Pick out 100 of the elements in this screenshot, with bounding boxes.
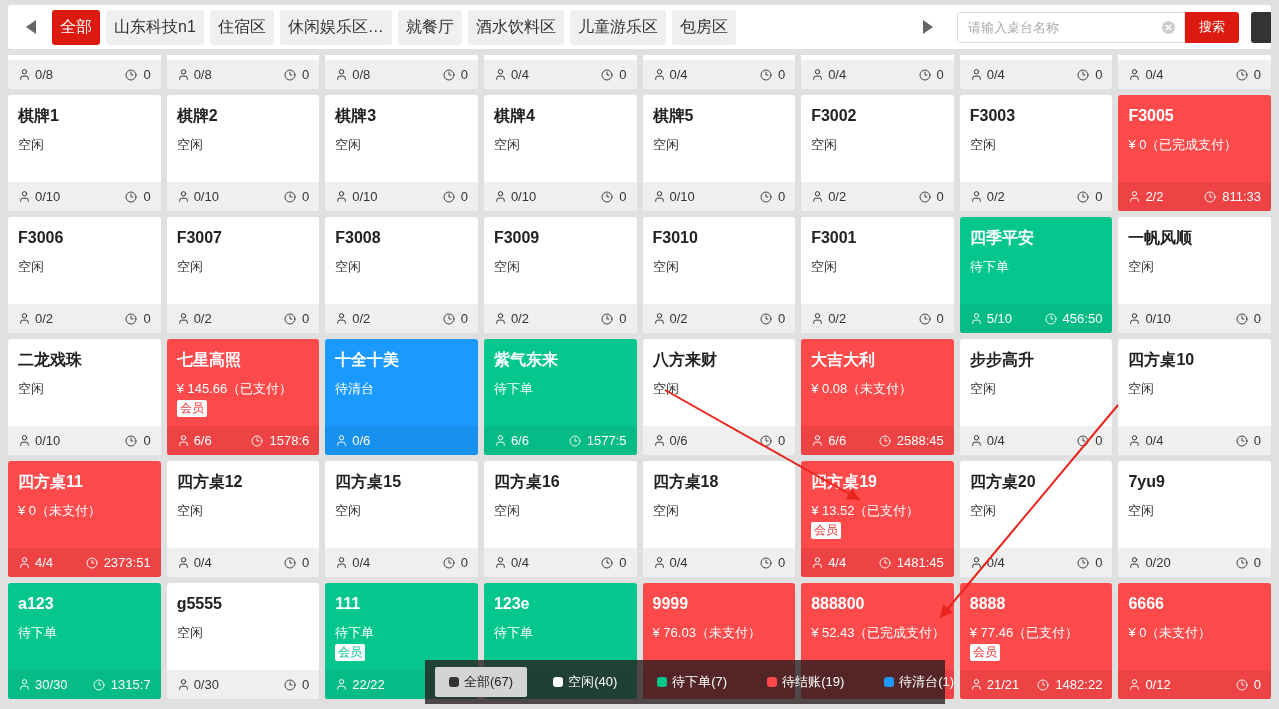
- table-status: 空闲: [335, 136, 362, 154]
- table-card[interactable]: F3003 空闲 0/2 0: [959, 95, 1113, 211]
- table-card[interactable]: 步步高升 空闲 0/4 0: [959, 339, 1113, 455]
- area-tab[interactable]: 儿童游乐区: [569, 9, 666, 45]
- clock-icon: [85, 556, 98, 569]
- table-status: ¥ 145.66（已支付）: [176, 380, 293, 398]
- table-card[interactable]: 棋牌1 空闲 0/10 0: [8, 95, 161, 211]
- table-name: 紫气东来: [493, 350, 558, 370]
- table-name: 888800: [811, 594, 865, 614]
- area-tab[interactable]: 就餐厅: [397, 9, 462, 45]
- guest-count: 6/6: [510, 431, 529, 450]
- guest-count: 6/6: [828, 431, 847, 450]
- legend-filter[interactable]: 待下单(7): [643, 667, 742, 697]
- table-card[interactable]: g5555 空闲 0/30 0: [166, 583, 320, 699]
- table-card[interactable]: 二龙戏珠 空闲 0/10 0: [8, 339, 161, 455]
- area-tab[interactable]: 酒水饮料区: [467, 9, 564, 45]
- table-card[interactable]: 四方桌10 空闲 0/4 0: [1118, 339, 1271, 455]
- table-status: 待下单: [493, 624, 533, 642]
- table-name: F3010: [652, 228, 698, 248]
- clock-icon: [1044, 312, 1057, 325]
- area-tab[interactable]: 全部: [52, 9, 100, 45]
- guest-count: 22/22: [352, 675, 385, 694]
- guest-count: 0/4: [986, 431, 1005, 450]
- legend-filter[interactable]: 空闲(40): [539, 667, 632, 697]
- clock-icon: [1235, 434, 1248, 447]
- guest-count: 0/8: [35, 65, 54, 84]
- person-icon: [335, 678, 349, 691]
- table-card[interactable]: 四方桌18 空闲 0/4 0: [642, 461, 796, 577]
- scroll-right-icon[interactable]: [923, 20, 933, 34]
- clock-icon: [442, 312, 455, 325]
- table-card[interactable]: 棋牌3 空闲 0/10 0: [325, 95, 478, 211]
- scroll-left-icon[interactable]: [26, 20, 36, 34]
- table-card[interactable]: 0/4 0: [801, 55, 954, 89]
- dark-button[interactable]: [1251, 11, 1271, 43]
- table-name: F3007: [176, 228, 222, 248]
- person-icon: [335, 556, 349, 569]
- table-card[interactable]: 大吉大利 ¥ 0.08（未支付） 6/6 2588:45: [801, 339, 954, 455]
- table-card[interactable]: F3006 空闲 0/2 0: [8, 217, 161, 333]
- table-card[interactable]: 四方桌12 空闲 0/4 0: [166, 461, 320, 577]
- table-card[interactable]: 棋牌4 空闲 0/10 0: [483, 95, 637, 211]
- table-card[interactable]: 7yu9 空闲 0/20 0: [1118, 461, 1271, 577]
- table-card[interactable]: F3001 空闲 0/2 0: [801, 217, 954, 333]
- person-icon: [493, 312, 507, 325]
- clock-icon: [125, 68, 138, 81]
- table-card[interactable]: F3007 空闲 0/2 0: [166, 217, 320, 333]
- table-card[interactable]: 七星高照 ¥ 145.66（已支付） 会员 6/6 1578:6: [166, 339, 320, 455]
- table-card[interactable]: 棋牌5 空闲 0/10 0: [642, 95, 796, 211]
- guest-count: 0/4: [986, 65, 1005, 84]
- clock-icon: [442, 190, 455, 203]
- table-card[interactable]: 0/4 0: [959, 55, 1113, 89]
- table-card[interactable]: F3005 ¥ 0（已完成支付） 2/2 811:33: [1118, 95, 1271, 211]
- table-card[interactable]: 8888 ¥ 77.46（已支付） 会员 21/21 1482:22: [959, 583, 1113, 699]
- table-card[interactable]: 一帆风顺 空闲 0/10 0: [1118, 217, 1271, 333]
- table-card[interactable]: 0/8 0: [325, 55, 478, 89]
- clock-icon: [1077, 434, 1090, 447]
- person-icon: [1128, 312, 1142, 325]
- table-card[interactable]: 0/4 0: [642, 55, 796, 89]
- table-card[interactable]: F3010 空闲 0/2 0: [642, 217, 796, 333]
- table-name: 八方来财: [652, 350, 717, 370]
- elapsed-time: 1482:22: [1055, 675, 1103, 694]
- table-card[interactable]: 四方桌16 空闲 0/4 0: [483, 461, 637, 577]
- table-card[interactable]: 0/8 0: [166, 55, 320, 89]
- table-card[interactable]: F3002 空闲 0/2 0: [801, 95, 954, 211]
- table-status: 空闲: [18, 258, 44, 276]
- table-status: 空闲: [969, 502, 996, 520]
- area-tab[interactable]: 休闲娱乐区…: [279, 9, 392, 45]
- table-card[interactable]: 四方桌11 ¥ 0（未支付） 4/4 2373:51: [8, 461, 161, 577]
- area-tab[interactable]: 包房区: [671, 9, 736, 45]
- table-card[interactable]: 八方来财 空闲 0/6 0: [642, 339, 796, 455]
- person-icon: [18, 678, 31, 691]
- search-field[interactable]: 请输入桌台名称: [957, 11, 1185, 43]
- table-status: 空闲: [493, 136, 520, 154]
- table-card[interactable]: 棋牌2 空闲 0/10 0: [166, 95, 320, 211]
- table-status: ¥ 0（未支付）: [18, 502, 102, 520]
- area-tab[interactable]: 山东科技n1: [106, 9, 204, 45]
- elapsed-time: 0: [936, 309, 944, 328]
- table-card[interactable]: 0/4 0: [1118, 55, 1271, 89]
- table-card[interactable]: 0/4 0: [483, 55, 637, 89]
- member-tag: 会员: [811, 522, 842, 539]
- legend-filter[interactable]: 全部(67): [435, 667, 528, 697]
- guest-count: 0/2: [828, 309, 847, 328]
- table-name: 8888: [969, 594, 1006, 614]
- table-card[interactable]: 6666 ¥ 0（未支付） 0/12 0: [1118, 583, 1271, 699]
- elapsed-time: 2373:51: [103, 553, 151, 572]
- clock-icon: [442, 68, 455, 81]
- person-icon: [335, 68, 349, 81]
- table-status: 空闲: [176, 624, 203, 642]
- table-card[interactable]: 0/8 0: [8, 55, 161, 89]
- elapsed-time: 0: [302, 675, 310, 694]
- table-card[interactable]: F3009 空闲 0/2 0: [483, 217, 637, 333]
- table-name: 四方桌16: [493, 472, 560, 492]
- area-tab[interactable]: 住宿区: [209, 9, 274, 45]
- table-card[interactable]: F3008 空闲 0/2 0: [325, 217, 478, 333]
- table-status: 空闲: [652, 502, 679, 520]
- elapsed-time: 0: [777, 553, 786, 572]
- person-icon: [493, 556, 507, 569]
- elapsed-time: 0: [619, 65, 627, 84]
- search-button[interactable]: 搜索: [1185, 11, 1239, 43]
- table-name: 111: [335, 594, 361, 614]
- table-card[interactable]: 四方桌15 空闲 0/4 0: [325, 461, 478, 577]
